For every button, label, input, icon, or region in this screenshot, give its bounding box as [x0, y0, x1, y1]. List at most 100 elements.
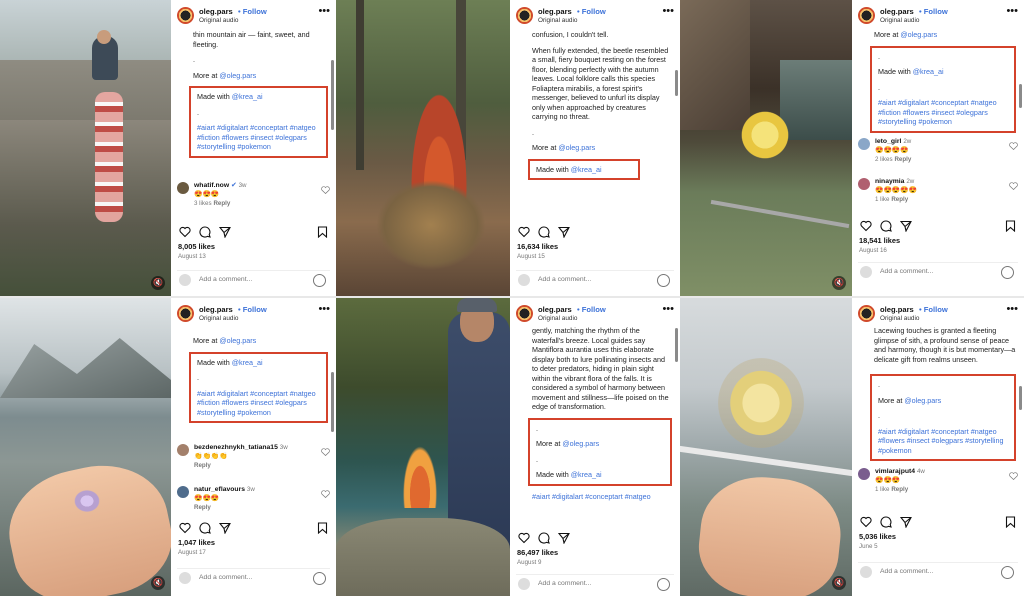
profile-link[interactable]: @oleg.pars — [219, 71, 256, 80]
username[interactable]: oleg.pars — [880, 305, 914, 315]
comment-input[interactable]: Add a comment... — [199, 574, 252, 583]
krea-link[interactable]: @krea_ai — [232, 92, 263, 101]
username[interactable]: oleg.pars — [538, 305, 572, 315]
more-options-icon[interactable]: ••• — [662, 6, 674, 17]
scrollbar[interactable] — [1019, 84, 1022, 108]
reply-button[interactable]: Reply — [891, 196, 908, 203]
profile-link[interactable]: @oleg.pars — [562, 439, 599, 448]
likes-count[interactable]: 86,497 likes — [517, 548, 558, 558]
scrollbar[interactable] — [1019, 386, 1022, 410]
likes-count[interactable]: 8,005 likes — [178, 242, 215, 252]
heart-icon[interactable] — [179, 226, 191, 238]
krea-link[interactable]: @krea_ai — [571, 165, 602, 174]
share-icon[interactable] — [900, 516, 912, 528]
more-options-icon[interactable]: ••• — [662, 304, 674, 315]
save-icon[interactable] — [1005, 516, 1016, 528]
more-options-icon[interactable]: ••• — [318, 6, 330, 17]
avatar[interactable] — [516, 305, 533, 322]
share-icon[interactable] — [900, 220, 912, 232]
follow-button[interactable]: • Follow — [919, 7, 948, 17]
follow-button[interactable]: • Follow — [238, 305, 267, 315]
more-options-icon[interactable]: ••• — [1006, 6, 1018, 17]
follow-button[interactable]: • Follow — [238, 7, 267, 17]
comment-likes[interactable]: 1 like — [875, 486, 889, 493]
post-image-autumn[interactable] — [336, 0, 510, 296]
comment-user[interactable]: ninaymia — [875, 178, 904, 185]
audio-label[interactable]: Original audio — [199, 17, 238, 25]
comment-user[interactable]: natur_eflavours — [194, 486, 245, 493]
profile-link[interactable]: @oleg.pars — [219, 336, 256, 345]
post-image-waterfall[interactable] — [336, 298, 510, 596]
follow-button[interactable]: • Follow — [577, 305, 606, 315]
avatar[interactable] — [858, 7, 875, 24]
scrollbar[interactable] — [675, 328, 678, 362]
audio-label[interactable]: Original audio — [538, 17, 577, 25]
save-icon[interactable] — [317, 226, 328, 238]
comment-input[interactable]: Add a comment... — [199, 276, 252, 285]
post-image-mountain[interactable]: 🔇 — [0, 0, 171, 296]
avatar[interactable] — [516, 7, 533, 24]
comment-input[interactable]: Add a comment... — [538, 276, 591, 285]
heart-icon[interactable] — [321, 490, 330, 498]
audio-label[interactable]: Original audio — [538, 315, 577, 323]
comment-user[interactable]: leto_girl — [875, 138, 901, 145]
avatar[interactable] — [177, 182, 189, 194]
audio-label[interactable]: Original audio — [199, 315, 238, 323]
profile-link[interactable]: @oleg.pars — [900, 30, 937, 39]
scrollbar[interactable] — [331, 60, 334, 130]
heart-icon[interactable] — [860, 220, 872, 232]
post-image-balcony[interactable]: 🔇 — [680, 298, 852, 596]
emoji-icon[interactable] — [313, 572, 326, 585]
comment-input[interactable]: Add a comment... — [880, 568, 933, 577]
share-icon[interactable] — [219, 226, 231, 238]
avatar[interactable] — [177, 305, 194, 322]
emoji-icon[interactable] — [657, 274, 670, 287]
heart-icon[interactable] — [179, 522, 191, 534]
hashtags[interactable]: #aiart #digitalart #conceptart #natgeo #… — [878, 98, 1008, 127]
share-icon[interactable] — [219, 522, 231, 534]
emoji-icon[interactable] — [657, 578, 670, 591]
comment-likes[interactable]: 1 like — [875, 196, 889, 203]
post-image-lake[interactable]: 🔇 — [0, 298, 171, 596]
more-options-icon[interactable]: ••• — [1006, 304, 1018, 315]
heart-icon[interactable] — [1009, 182, 1018, 190]
hashtags[interactable]: #aiart #digitalart #conceptart #natgeo #… — [197, 389, 320, 418]
avatar[interactable] — [858, 468, 870, 480]
username[interactable]: oleg.pars — [199, 7, 233, 17]
heart-icon[interactable] — [518, 226, 530, 238]
comment-user[interactable]: bezdenezhnykh_tatiana15 — [194, 444, 278, 451]
emoji-icon[interactable] — [1001, 266, 1014, 279]
avatar[interactable] — [177, 7, 194, 24]
heart-icon[interactable] — [321, 186, 330, 194]
more-options-icon[interactable]: ••• — [318, 304, 330, 315]
mute-icon[interactable]: 🔇 — [151, 276, 165, 290]
scrollbar[interactable] — [675, 70, 678, 96]
follow-button[interactable]: • Follow — [919, 305, 948, 315]
hashtags[interactable]: #aiart #digitalart #conceptart #natgeo — [532, 492, 672, 502]
username[interactable]: oleg.pars — [880, 7, 914, 17]
audio-label[interactable]: Original audio — [880, 17, 919, 25]
comment-user[interactable]: vimlarajput4 — [875, 468, 915, 475]
comment-icon[interactable] — [199, 226, 211, 238]
comment-input[interactable]: Add a comment... — [880, 268, 933, 277]
heart-icon[interactable] — [1009, 472, 1018, 480]
share-icon[interactable] — [558, 226, 570, 238]
comment-likes[interactable]: 2 likes — [875, 156, 893, 163]
save-icon[interactable] — [1005, 220, 1016, 232]
avatar[interactable] — [858, 138, 870, 150]
likes-count[interactable]: 16,634 likes — [517, 242, 558, 252]
likes-count[interactable]: 18,541 likes — [859, 236, 900, 246]
profile-link[interactable]: @oleg.pars — [904, 396, 941, 405]
reply-button[interactable]: Reply — [894, 156, 911, 163]
comment-icon[interactable] — [538, 532, 550, 544]
krea-link[interactable]: @krea_ai — [913, 67, 944, 76]
krea-link[interactable]: @krea_ai — [571, 470, 602, 479]
audio-label[interactable]: Original audio — [880, 315, 919, 323]
heart-icon[interactable] — [1009, 142, 1018, 150]
likes-count[interactable]: 5,036 likes — [859, 532, 896, 542]
mute-icon[interactable]: 🔇 — [832, 576, 846, 590]
avatar[interactable] — [177, 444, 189, 456]
follow-button[interactable]: • Follow — [577, 7, 606, 17]
comment-input[interactable]: Add a comment... — [538, 580, 591, 589]
hashtags[interactable]: #aiart #digitalart #conceptart #natgeo #… — [878, 427, 1008, 456]
